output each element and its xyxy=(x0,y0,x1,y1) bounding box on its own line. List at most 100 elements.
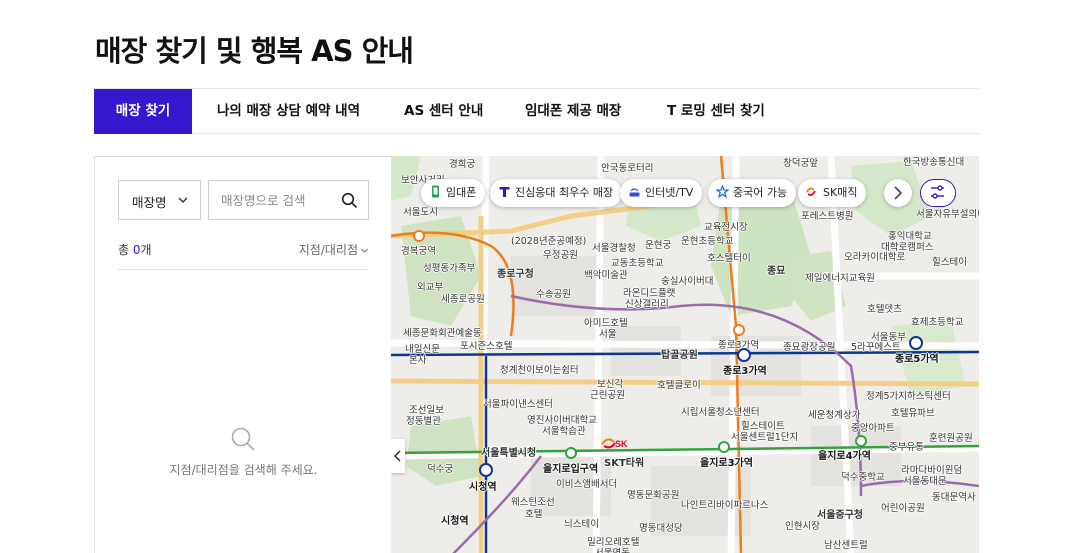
map-label: 오라카이대학로 xyxy=(844,252,906,263)
map-label: 인현시장 xyxy=(785,521,820,532)
tab-roaming-center[interactable]: T 로밍 센터 찾기 xyxy=(667,89,765,133)
map-label: 한국방송통신대 xyxy=(903,157,965,168)
map-label: 운현초등학교 xyxy=(681,236,734,247)
map-label: 명동문화공원 xyxy=(627,490,680,501)
map-label: 호텔클로이 xyxy=(657,380,701,391)
chevron-right-icon xyxy=(894,186,903,200)
map-label: 종로5가역 xyxy=(895,354,939,365)
search-input[interactable] xyxy=(221,191,336,209)
t-logo-icon xyxy=(499,187,510,197)
map-label: 창덕궁앞 xyxy=(783,158,818,169)
chip-label: 진심응대 최우수 매장 xyxy=(515,186,614,199)
panel-collapse-button[interactable] xyxy=(391,439,405,473)
map-label: 서울파이낸스센터 xyxy=(483,399,553,410)
map-label: 시청역 xyxy=(469,482,497,493)
map-label: 훈련원공원 xyxy=(929,433,973,444)
sk-logo-icon xyxy=(806,187,816,196)
search-icon[interactable] xyxy=(341,192,358,209)
map-label: 종묘 xyxy=(767,266,786,277)
tab-my-reservations[interactable]: 나의 매장 상담 예약 내역 xyxy=(217,89,360,133)
chip-label: SK매직 xyxy=(823,186,858,199)
tab-rental-phone-stores[interactable]: 임대폰 제공 매장 xyxy=(525,89,621,133)
map-label: 서울명동 xyxy=(595,545,630,553)
map-label: 을지로3가역 xyxy=(700,458,753,469)
map-label: 동대문역사 xyxy=(932,492,976,503)
chip-label: 중국어 가능 xyxy=(733,186,788,199)
map-label: 남산센트럴 xyxy=(824,540,868,551)
map-label: 서울중구청 xyxy=(817,510,863,521)
tab-bar: 매장 찾기 나의 매장 상담 예약 내역 AS 센터 안내 임대폰 제공 매장 … xyxy=(94,88,979,134)
phone-icon xyxy=(432,185,439,198)
store-map[interactable]: 경희궁 보안사거리 안국동로터리 창덕궁앞 서울도시 (2028년준공예정) 우… xyxy=(391,156,979,553)
map-label: 경희궁 xyxy=(449,159,476,170)
map-label: 시립서울청소년센터 xyxy=(681,407,760,418)
map-label: 덕수궁 xyxy=(427,464,454,475)
tab-as-center[interactable]: AS 센터 안내 xyxy=(404,89,483,133)
router-icon xyxy=(629,188,640,197)
map-label: 호텔유파브 xyxy=(891,408,935,419)
branch-filter-dropdown[interactable]: 지점/대리점 xyxy=(299,241,369,258)
svg-text:SK: SK xyxy=(615,439,628,449)
sk-telecom-pin-icon[interactable]: SK xyxy=(600,434,644,452)
filter-chip-chinese[interactable]: 중국어 가능 xyxy=(708,179,797,207)
map-label: 근린공원 xyxy=(590,390,625,401)
map-label: 서울경찰청 xyxy=(592,243,636,254)
star-icon xyxy=(716,185,729,198)
map-label: 경복궁역 xyxy=(401,246,436,257)
count-suffix: 개 xyxy=(140,243,152,257)
map-label: 종묘광장공원 xyxy=(783,342,836,353)
map-label: 정계5가지하스틱센터 xyxy=(866,391,951,402)
filter-chip-rental-phone[interactable]: 임대폰 xyxy=(421,179,486,207)
tab-store-search[interactable]: 매장 찾기 xyxy=(94,89,192,134)
map-label: 호텔 xyxy=(525,509,543,520)
map-label: 을지로4가역 xyxy=(818,451,871,462)
map-filter-settings-button[interactable] xyxy=(920,179,956,207)
count-value: 0 xyxy=(132,243,141,257)
filter-label: 지점/대리점 xyxy=(298,243,358,257)
map-label: 이비스앰배서더 xyxy=(556,479,618,490)
filter-chip-best-service[interactable]: 진심응대 최우수 매장 xyxy=(490,179,623,207)
map-label: 서울특별시청 xyxy=(481,448,537,459)
map-label: 5라꾸에스트 xyxy=(851,342,901,353)
search-icon xyxy=(231,427,255,451)
map-label: 운현궁 xyxy=(645,240,672,251)
filter-chip-sk-magic[interactable]: SK매직 xyxy=(798,179,867,207)
search-type-select[interactable]: 매장명 xyxy=(118,180,201,220)
search-type-value: 매장명 xyxy=(132,195,167,210)
map-label: 서울학습관 xyxy=(542,426,586,437)
map-label: 탑골공원 xyxy=(661,350,698,361)
count-prefix: 총 xyxy=(118,243,133,257)
map-label: 신상갤러리 xyxy=(625,299,669,310)
map-label: 서울동대문 xyxy=(903,476,947,487)
chevron-left-icon xyxy=(393,450,401,462)
map-label: 종로3가역 xyxy=(718,340,760,351)
map-label: 덕수중학교 xyxy=(841,472,885,483)
map-label: 본사 xyxy=(409,355,427,366)
map-label: 정동별관 xyxy=(406,416,441,427)
result-count: 총 0개 xyxy=(118,241,152,258)
map-label: (2028년준공예정) xyxy=(511,236,587,247)
filter-chip-internet-tv[interactable]: 인터넷/TV xyxy=(620,179,703,207)
chips-next-button[interactable] xyxy=(884,179,912,207)
map-label: SKT타워 xyxy=(604,458,645,469)
map-label: 서울센트럴1단지 xyxy=(731,432,799,443)
chevron-down-icon xyxy=(361,248,368,253)
chip-label: 인터넷/TV xyxy=(645,186,694,199)
map-label: 우정공원 xyxy=(543,250,578,261)
map-label: 청계천이보이는쉼터 xyxy=(500,365,579,376)
map-label: 서울자유부설의대 xyxy=(916,209,979,220)
chip-label: 임대폰 xyxy=(446,186,477,199)
search-box xyxy=(208,180,369,220)
map-label: 수송공원 xyxy=(536,289,571,300)
map-label: 종로구청 xyxy=(497,269,534,280)
map-label: 호텔뎃츠 xyxy=(867,304,902,315)
map-label: 서울 xyxy=(599,329,617,340)
map-label: 성평동가족부 xyxy=(423,263,476,274)
map-label: 어린이공원 xyxy=(881,503,925,514)
map-label: 을지로입구역 xyxy=(543,464,599,475)
map-label: 외교부 xyxy=(417,282,444,293)
map-label: 명동대성당 xyxy=(639,523,683,534)
search-panel: 매장명 총 0개 지점/대리점 지점/대리점을 검색해 주세요. xyxy=(94,156,391,553)
map-label: 호스텔터이 xyxy=(707,253,751,264)
map-label: 백악미술관 xyxy=(584,270,628,281)
